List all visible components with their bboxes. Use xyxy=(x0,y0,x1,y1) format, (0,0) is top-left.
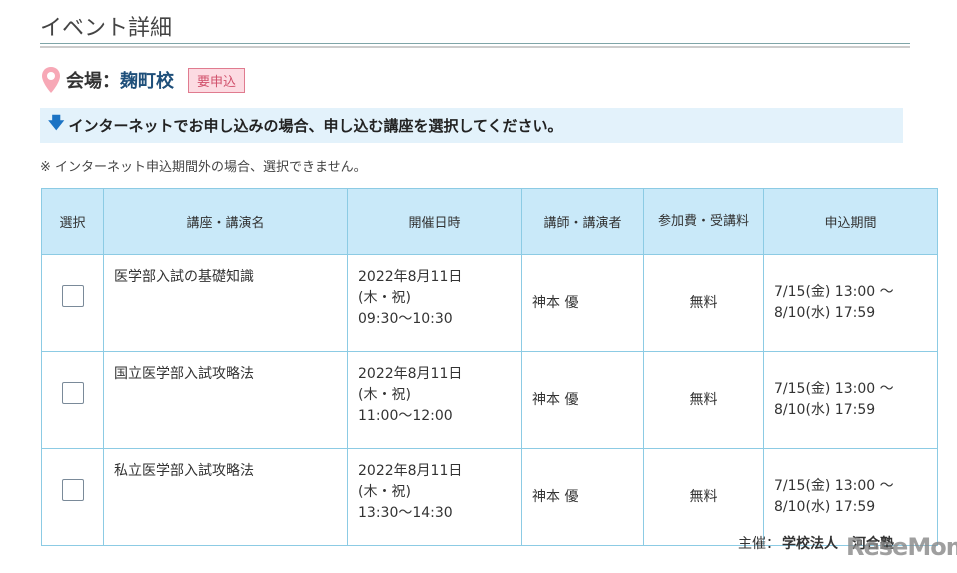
fee: 無料 xyxy=(643,351,764,449)
header-lecturer: 講師・講演者 xyxy=(521,188,644,255)
instruction-bar: 🡇 インターネットでお申し込みの場合、申し込む講座を選択してください。 xyxy=(40,108,903,143)
fee: 無料 xyxy=(643,448,764,546)
table-header: 選択 講座・講演名 開催日時 講師・講演者 参加費・受講料 申込期間 xyxy=(41,188,938,255)
divider xyxy=(40,43,910,44)
map-pin-icon xyxy=(42,67,60,93)
status-badge: 要申込 xyxy=(188,67,246,93)
header-course: 講座・講演名 xyxy=(103,188,348,255)
venue-heading: 会場： 麹町校 要申込 xyxy=(40,66,246,94)
divider xyxy=(40,46,910,48)
header-select: 選択 xyxy=(41,188,104,255)
header-period: 申込期間 xyxy=(763,188,938,255)
period-start: 7/15(金) 13:00 ～ xyxy=(774,284,894,300)
select-checkbox[interactable] xyxy=(61,381,84,404)
note-text: ※ インターネット申込期間外の場合、選択できません。 xyxy=(40,160,367,175)
event-time: 11:00～12:00 xyxy=(358,408,453,424)
page-title: イベント詳細 xyxy=(40,16,173,41)
instruction-text: インターネットでお申し込みの場合、申し込む講座を選択してください。 xyxy=(68,117,563,135)
lecturer: 神本 優 xyxy=(521,351,644,449)
course-name: 国立医学部入試攻略法 xyxy=(103,351,348,449)
event-time: 09:30～10:30 xyxy=(358,311,453,327)
period-end: 8/10(水) 17:59 xyxy=(774,305,876,321)
event-date: 2022年8月11日 xyxy=(358,366,463,382)
lecturer: 神本 優 xyxy=(521,254,644,352)
event-time: 13:30～14:30 xyxy=(358,505,453,521)
venue-label: 会場： xyxy=(66,71,120,92)
table-row: 医学部入試の基礎知識 2022年8月11日 (木・祝) 09:30～10:30 神本… xyxy=(41,254,938,352)
event-date: 2022年8月11日 xyxy=(358,463,463,479)
select-checkbox[interactable] xyxy=(61,478,84,501)
lecturer: 神本 優 xyxy=(521,448,644,546)
event-day: (木・祝) xyxy=(358,387,411,403)
event-day: (木・祝) xyxy=(358,290,411,306)
period-end: 8/10(水) 17:59 xyxy=(774,499,876,515)
course-name: 医学部入試の基礎知識 xyxy=(103,254,348,352)
watermark-logo: ReseMom xyxy=(846,533,957,561)
period-end: 8/10(水) 17:59 xyxy=(774,402,876,418)
course-table: 選択 講座・講演名 開催日時 講師・講演者 参加費・受講料 申込期間 医学部入試… xyxy=(41,188,938,546)
header-datetime: 開催日時 xyxy=(347,188,522,255)
period-start: 7/15(金) 13:00 ～ xyxy=(774,478,894,494)
period-start: 7/15(金) 13:00 ～ xyxy=(774,381,894,397)
venue-name: 麹町校 xyxy=(120,71,174,92)
header-fee: 参加費・受講料 xyxy=(643,188,764,255)
fee: 無料 xyxy=(643,254,764,352)
select-checkbox[interactable] xyxy=(61,284,84,307)
event-day: (木・祝) xyxy=(358,484,411,500)
table-row: 国立医学部入試攻略法 2022年8月11日 (木・祝) 11:00～12:00 神本… xyxy=(41,351,938,449)
event-date: 2022年8月11日 xyxy=(358,269,463,285)
arrow-down-icon: 🡇 xyxy=(48,113,65,132)
table-row: 私立医学部入試攻略法 2022年8月11日 (木・祝) 13:30～14:30 神本… xyxy=(41,448,938,546)
course-name: 私立医学部入試攻略法 xyxy=(103,448,348,546)
organizer-label: 主催： xyxy=(738,536,780,552)
